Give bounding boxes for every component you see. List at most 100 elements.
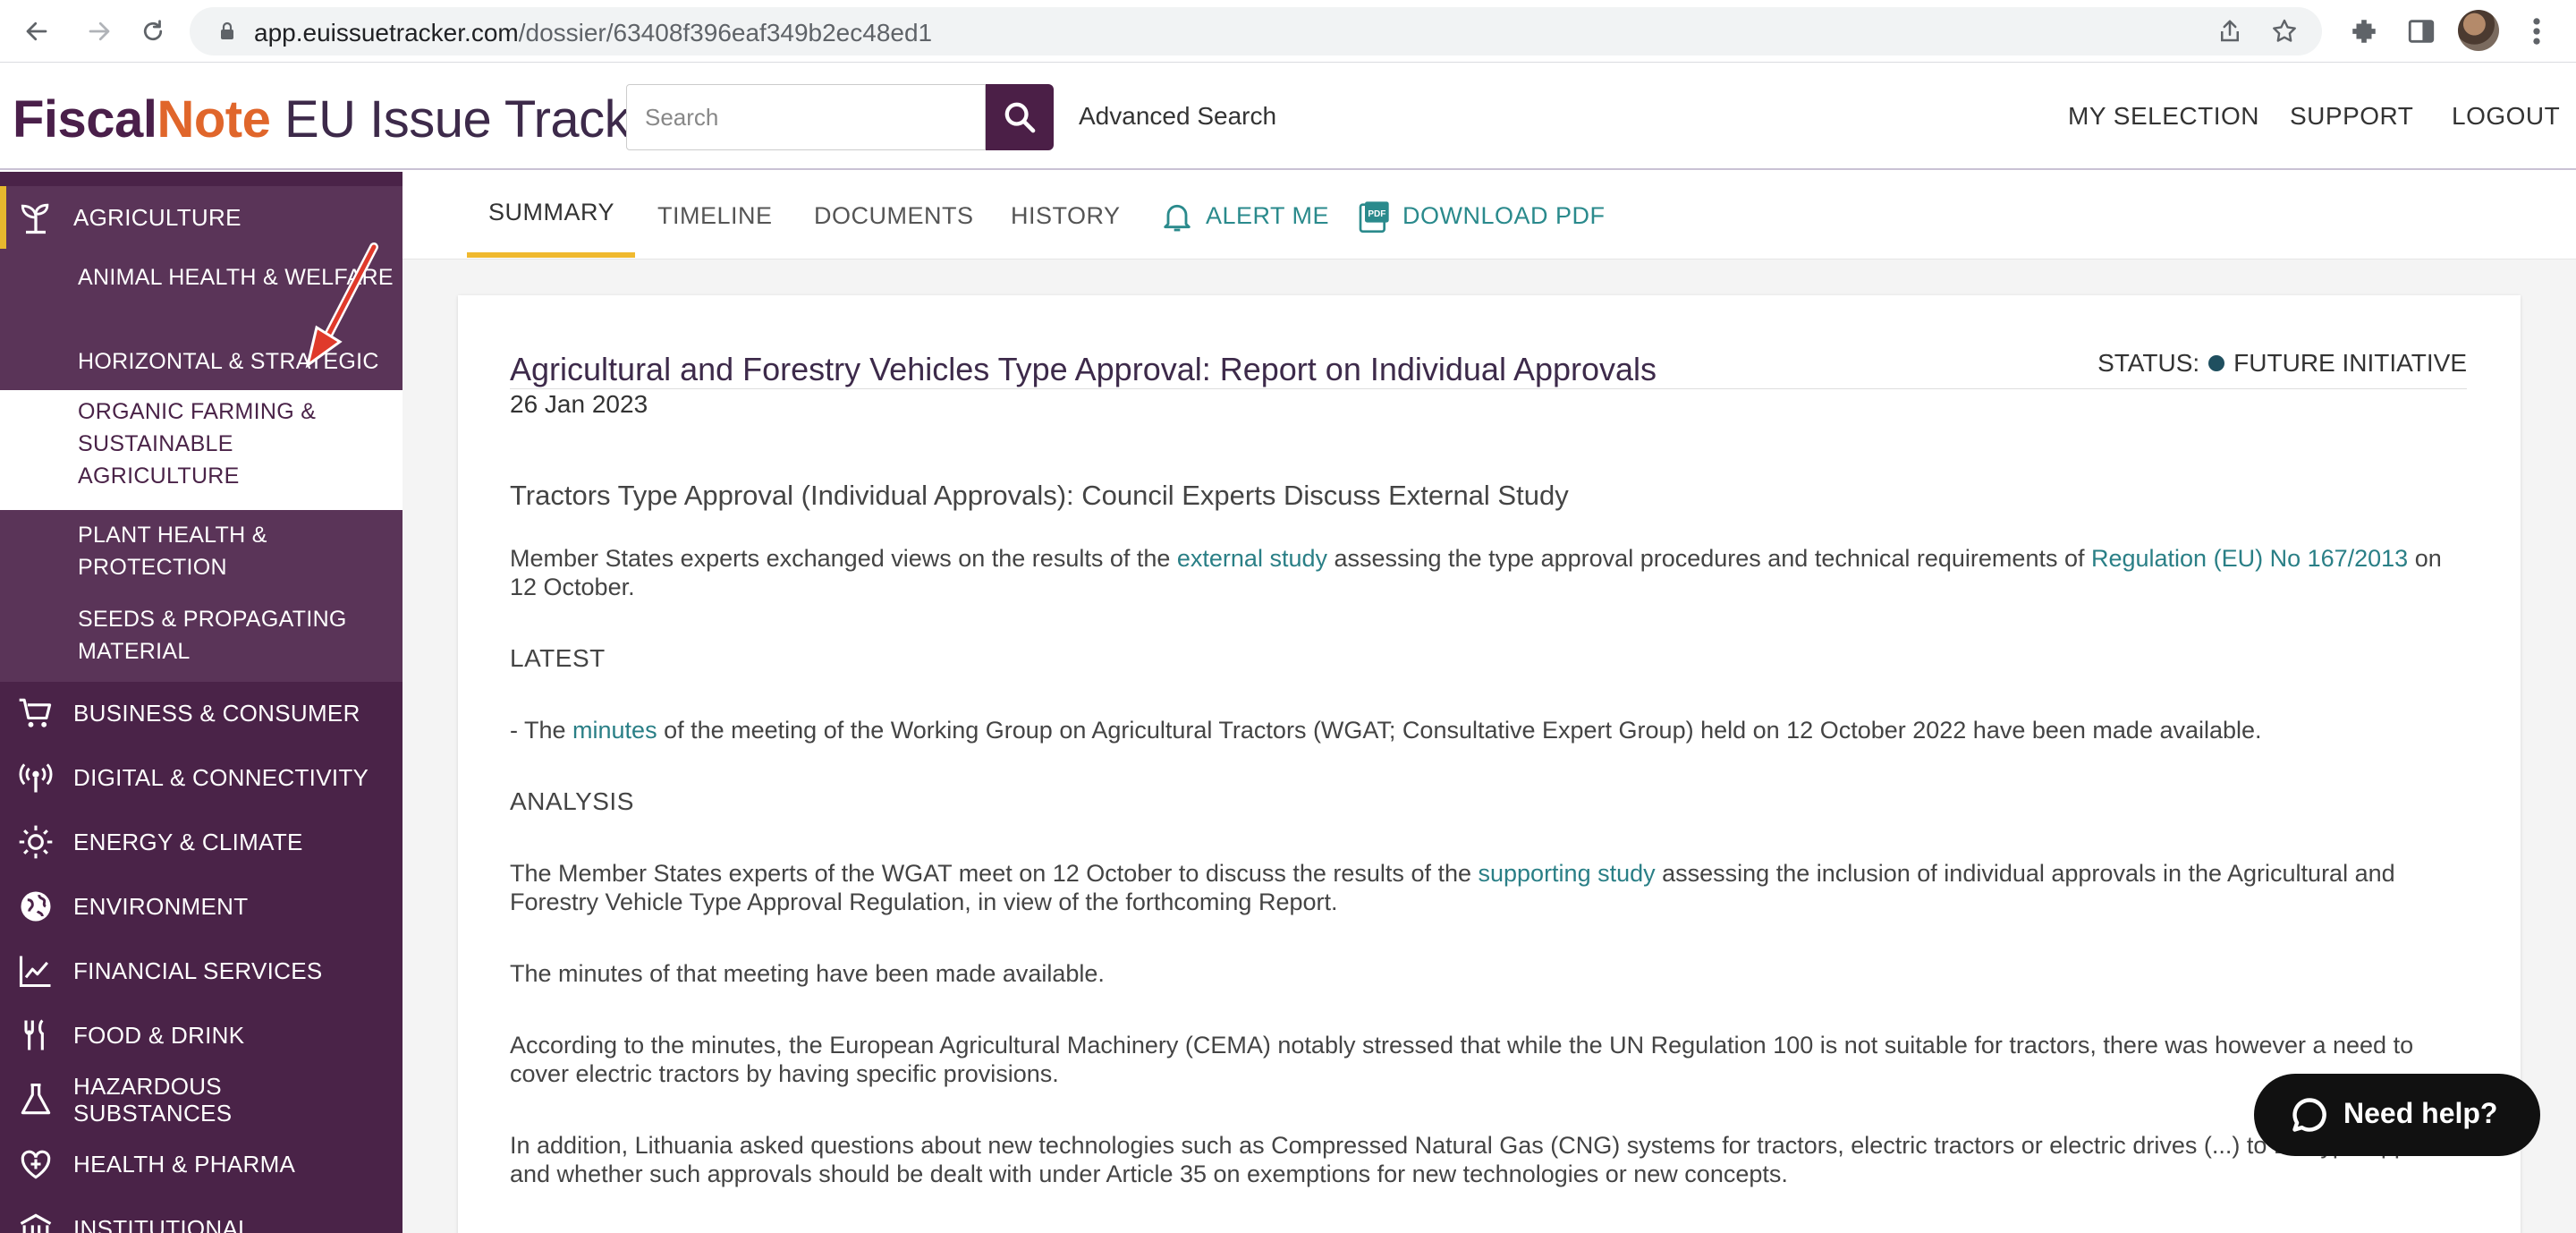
sidebar-item-food-drink[interactable]: FOOD & DRINK (0, 1004, 402, 1067)
sidebar-item-environment[interactable]: ENVIRONMENT (0, 875, 402, 938)
sidebar-item-label: BUSINESS & CONSUMER (73, 700, 360, 727)
url-host: app.euissuetracker.com (254, 19, 519, 47)
subcategory-seeds[interactable]: SEEDS & PROPAGATING MATERIAL (0, 603, 402, 668)
star-icon[interactable] (2270, 17, 2299, 46)
minutes-paragraph: The minutes of that meeting have been ma… (510, 960, 1105, 987)
institution-icon (20, 1213, 52, 1233)
address-bar[interactable]: app.euissuetracker.com/dossier/63408f396… (190, 7, 2322, 55)
sidebar-item-label: AGRICULTURE (73, 204, 242, 231)
status-badge: STATUS: FUTURE INITIATIVE (2097, 349, 2467, 378)
subcategory-organic-farming[interactable]: ORGANIC FARMING & SUSTAINABLE AGRICULTUR… (0, 390, 402, 510)
dossier-tabs: SUMMARY TIMELINE DOCUMENTS HISTORY ALERT… (402, 172, 2576, 259)
regulation-link[interactable]: Regulation (EU) No 167/2013 (2091, 545, 2408, 572)
support-link[interactable]: SUPPORT (2290, 102, 2413, 131)
sidebar-item-digital-connectivity[interactable]: DIGITAL & CONNECTIVITY (0, 746, 402, 809)
minutes-link[interactable]: minutes (572, 717, 657, 744)
sidebar-item-agriculture[interactable]: AGRICULTURE (0, 186, 402, 249)
text-span: The Member States experts of the WGAT me… (510, 860, 1479, 887)
sidebar-item-label: ENVIRONMENT (73, 893, 249, 920)
sidebar-item-label: FOOD & DRINK (73, 1022, 245, 1049)
more-vert-icon[interactable] (2528, 14, 2546, 48)
text-span: of the meeting of the Working Group on A… (657, 717, 2262, 744)
alert-me-button[interactable]: ALERT ME (1206, 202, 1329, 230)
side-panel-icon[interactable] (2406, 16, 2436, 47)
sprout-icon (21, 203, 49, 234)
trend-chart-icon (19, 956, 51, 988)
advanced-search-link[interactable]: Advanced Search (1079, 102, 1276, 131)
sidebar-item-label: DIGITAL & CONNECTIVITY (73, 764, 369, 791)
sidebar-item-financial-services[interactable]: FINANCIAL SERVICES (0, 940, 402, 1002)
profile-avatar[interactable] (2458, 10, 2499, 51)
fiscalnote-logo[interactable]: FiscalNote EU Issue Tracker (13, 89, 675, 149)
cutlery-icon (24, 1019, 44, 1050)
external-study-link[interactable]: external study (1177, 545, 1327, 572)
text-span: assessing the type approval procedures a… (1326, 545, 2091, 572)
cart-icon (19, 698, 52, 727)
tab-timeline[interactable]: TIMELINE (657, 202, 773, 230)
title-divider (510, 388, 2467, 389)
sidebar-item-label: INSTITUTIONAL (73, 1215, 251, 1233)
sidebar-item-hazardous-substances[interactable]: HAZARDOUS SUBSTANCES (0, 1068, 402, 1131)
subcategory-plant-health[interactable]: PLANT HEALTH & PROTECTION (0, 519, 402, 583)
logo-note: Note (157, 90, 271, 149)
status-value: FUTURE INITIATIVE (2233, 349, 2467, 377)
browser-toolbar: app.euissuetracker.com/dossier/63408f396… (0, 0, 2576, 63)
logout-link[interactable]: LOGOUT (2452, 102, 2560, 131)
status-dot (2208, 355, 2225, 371)
forward-button[interactable] (80, 13, 118, 50)
download-pdf-button[interactable]: DOWNLOAD PDF (1402, 202, 1606, 230)
dossier-date: 26 Jan 2023 (510, 390, 648, 418)
sidebar-item-energy-climate[interactable]: ENERGY & CLIMATE (0, 811, 402, 873)
share-icon[interactable] (2216, 18, 2243, 45)
active-tab-indicator (467, 252, 635, 258)
analysis-paragraph: The Member States experts of the WGAT me… (510, 859, 2469, 916)
tab-documents[interactable]: DOCUMENTS (814, 202, 974, 230)
search-button[interactable] (986, 84, 1054, 150)
text-span: Member States experts exchanged views on… (510, 545, 1177, 572)
intro-paragraph: Member States experts exchanged views on… (510, 544, 2469, 601)
logo-product: EU Issue Tracker (270, 90, 675, 149)
heart-plus-icon (21, 1150, 51, 1179)
url-path: /dossier/63408f396eaf349b2ec48ed1 (518, 19, 933, 47)
search-input[interactable] (626, 84, 986, 150)
need-help-button[interactable]: Need help? (2254, 1074, 2540, 1156)
reload-button[interactable] (134, 13, 172, 50)
arrow-right-icon (89, 21, 110, 41)
lithuania-paragraph: In addition, Lithuania asked questions a… (510, 1132, 2461, 1187)
logo-fiscal: Fiscal (13, 90, 157, 149)
sidebar-item-label: HAZARDOUS SUBSTANCES (73, 1073, 233, 1127)
sidebar-item-label: HEALTH & PHARMA (73, 1151, 296, 1178)
tab-summary[interactable]: SUMMARY (488, 199, 614, 226)
article-subheading: Tractors Type Approval (Individual Appro… (510, 480, 1569, 511)
dossier-card (458, 295, 2521, 1233)
sidebar-item-label: ENERGY & CLIMATE (73, 829, 303, 855)
tab-history[interactable]: HISTORY (1011, 202, 1121, 230)
flask-icon (21, 1083, 51, 1115)
url-text: app.euissuetracker.com/dossier/63408f396… (254, 19, 932, 47)
sidebar-item-label: FINANCIAL SERVICES (73, 957, 323, 984)
supporting-study-link[interactable]: supporting study (1479, 860, 1656, 887)
dossier-title: Agricultural and Forestry Vehicles Type … (510, 351, 1657, 387)
sidebar-item-institutional[interactable]: INSTITUTIONAL (0, 1197, 402, 1233)
cema-paragraph: According to the minutes, the European A… (510, 1032, 2414, 1087)
latest-heading: LATEST (510, 644, 606, 672)
need-help-label: Need help? (2343, 1097, 2498, 1129)
arrow-left-icon (26, 21, 47, 41)
latest-paragraph: - The minutes of the meeting of the Work… (510, 716, 2469, 744)
energy-icon (19, 825, 53, 859)
pdf-badge-text: PDF (1368, 209, 1385, 219)
lock-icon (221, 21, 233, 39)
search-icon (1004, 102, 1036, 133)
broadcast-icon (19, 763, 53, 793)
globe-icon (21, 891, 51, 922)
app-header: FiscalNote EU Issue Tracker Advanced Sea… (0, 63, 2576, 170)
my-selection-link[interactable]: MY SELECTION (2068, 102, 2259, 131)
chat-bubble-icon (2292, 1098, 2326, 1132)
sidebar-item-business-consumer[interactable]: BUSINESS & CONSUMER (0, 682, 402, 744)
sidebar-item-health-pharma[interactable]: HEALTH & PHARMA (0, 1133, 402, 1195)
back-button[interactable] (18, 13, 55, 50)
analysis-heading: ANALYSIS (510, 787, 634, 815)
extensions-icon[interactable] (2349, 16, 2379, 47)
pdf-icon: PDF (1359, 201, 1389, 233)
status-label: STATUS: (2097, 349, 2200, 377)
